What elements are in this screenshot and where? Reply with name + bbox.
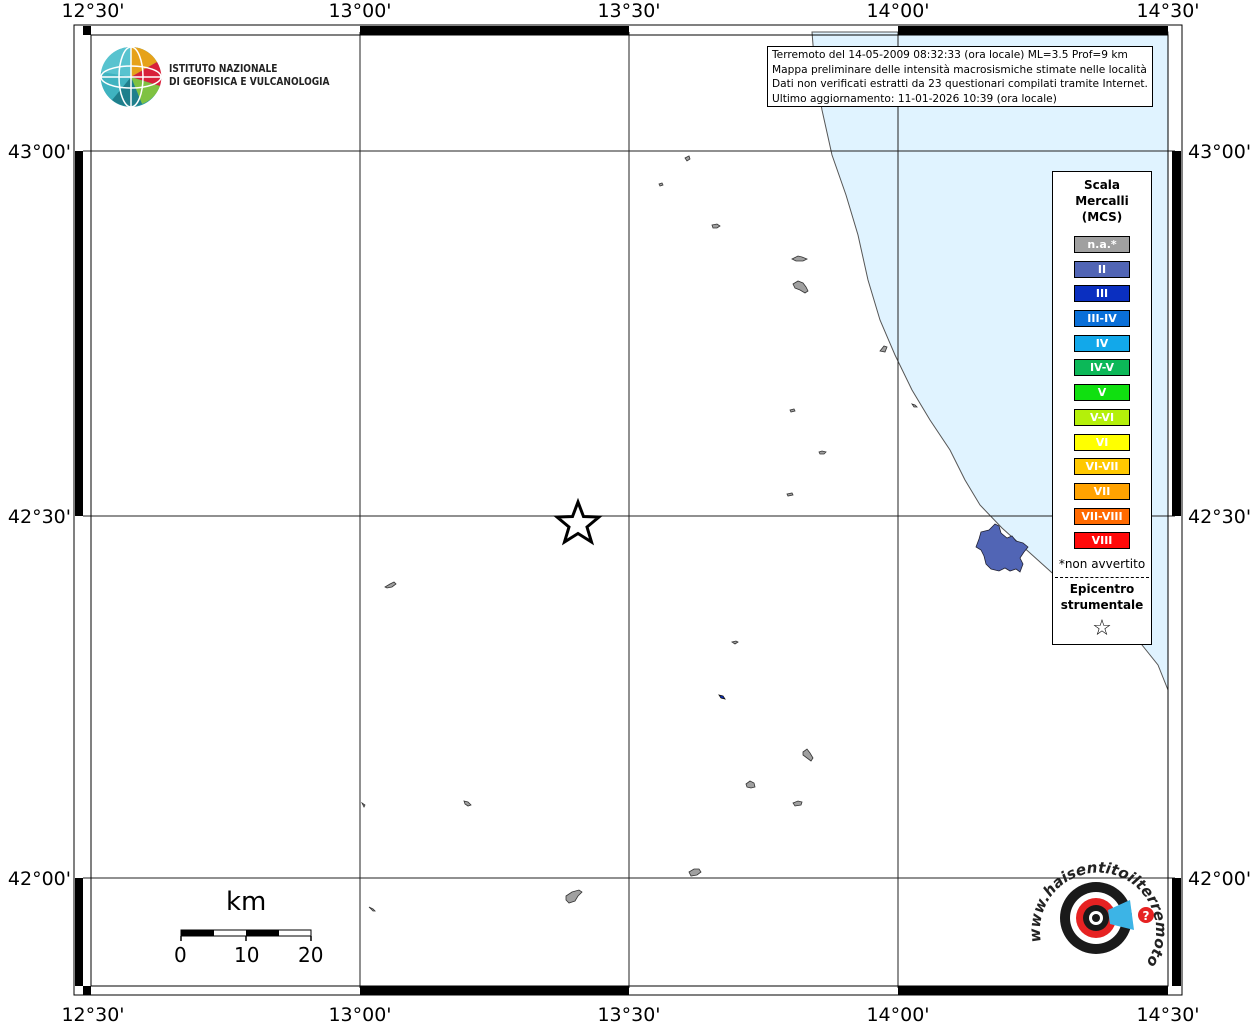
legend-title-line: Scala xyxy=(1083,178,1121,192)
locality-area xyxy=(368,906,376,912)
lat-label: 43°00' xyxy=(8,141,71,163)
lat-labels-left: 43°00' 42°30' 42°00' xyxy=(8,141,71,890)
legend-title-line: (MCS) xyxy=(1081,210,1123,224)
locality-area xyxy=(658,182,664,187)
legend-separator xyxy=(1055,576,1149,578)
locality-area xyxy=(818,450,827,455)
localities xyxy=(360,155,918,912)
lon-label: 12°30' xyxy=(61,0,124,22)
data-note: Dati non verificati estratti da 23 quest… xyxy=(772,78,1148,90)
legend-item: IV xyxy=(1074,334,1130,352)
locality-area xyxy=(792,280,809,294)
legend-item: VIII xyxy=(1074,532,1130,550)
lon-label: 14°00' xyxy=(866,1004,929,1024)
ingv-name-line2: DI GEOFISICA E VULCANOLOGIA xyxy=(169,76,330,88)
lon-labels-top: 12°30' 13°00' 13°30' 14°00' 14°30' xyxy=(61,0,1199,22)
ingv-logo-icon xyxy=(100,46,162,108)
locality-area xyxy=(360,801,366,808)
legend-item: III xyxy=(1074,285,1130,303)
scale-label: 20 xyxy=(298,943,324,967)
locality-area xyxy=(792,800,803,807)
lat-label: 42°00' xyxy=(8,868,71,890)
legend-epi-line: strumentale xyxy=(1060,597,1144,612)
event-info-box: Terremoto del 14-05-2009 08:32:33 (ora l… xyxy=(767,46,1153,107)
locality-area xyxy=(879,345,888,353)
legend-item: III-IV xyxy=(1074,310,1130,328)
scale-unit: km xyxy=(226,887,267,917)
locality-area xyxy=(802,748,814,762)
locality-area xyxy=(463,800,472,807)
legend-item: n.a.* xyxy=(1074,236,1130,253)
mcs-legend: Scala Mercalli (MCS) n.a.* II III III-IV IV I… xyxy=(1052,171,1152,645)
scale-label: 0 xyxy=(174,943,187,967)
legend-item: VII-VIII xyxy=(1074,507,1130,525)
legend-star-icon: ☆ xyxy=(1092,615,1112,641)
legend-epicenter-label: Epicentro strumentale xyxy=(1053,581,1151,613)
locality-area xyxy=(384,581,397,589)
scale-label: 10 xyxy=(234,943,260,967)
lat-labels-right: 43°00' 42°30' 42°00' xyxy=(1188,141,1251,890)
lon-label: 14°00' xyxy=(866,0,929,22)
locality-area xyxy=(711,223,721,229)
legend-item: IV-V xyxy=(1074,359,1130,377)
legend-item: VI xyxy=(1074,433,1130,451)
lat-label: 42°00' xyxy=(1188,868,1251,890)
ingv-name: ISTITUTO NAZIONALE DI GEOFISICA E VULCAN… xyxy=(169,63,330,89)
legend-item: II xyxy=(1074,260,1130,278)
legend-item: V-VI xyxy=(1074,408,1130,426)
lat-label: 42°30' xyxy=(8,506,71,528)
intensity-area-iii xyxy=(718,694,726,700)
scale-bar xyxy=(180,929,312,941)
event-line: Terremoto del 14-05-2009 08:32:33 (ora l… xyxy=(772,49,1128,61)
map-description: Mappa preliminare delle intensità macros… xyxy=(772,63,1147,76)
locality-area xyxy=(789,408,796,413)
lat-label: 42°30' xyxy=(1188,506,1251,528)
legend-item: V xyxy=(1074,384,1130,402)
last-update: Ultimo aggiornamento: 11-01-2026 10:39 (… xyxy=(772,92,1057,105)
legend-title: Scala Mercalli (MCS) xyxy=(1053,177,1151,225)
lon-label: 13°30' xyxy=(597,1004,660,1024)
legend-note: *non avvertito xyxy=(1058,556,1146,571)
legend-items: n.a.* II III III-IV IV IV-V V V-VI VI VI-VII VII VI… xyxy=(1053,236,1151,550)
locality-area xyxy=(684,155,691,162)
lon-label: 13°00' xyxy=(328,1004,391,1024)
ingv-name-line1: ISTITUTO NAZIONALE xyxy=(169,63,278,75)
epicenter-star xyxy=(553,497,603,546)
lon-label: 14°30' xyxy=(1136,0,1199,22)
locality-area xyxy=(786,492,794,497)
legend-item: VI-VII xyxy=(1074,458,1130,476)
lon-label: 12°30' xyxy=(61,1004,124,1024)
legend-title-line: Mercalli xyxy=(1075,194,1129,208)
locality-area xyxy=(791,255,808,262)
locality-area xyxy=(731,640,739,645)
lon-label: 13°00' xyxy=(328,0,391,22)
lat-label: 43°00' xyxy=(1188,141,1251,163)
lon-label: 13°30' xyxy=(597,0,660,22)
locality-area xyxy=(688,868,702,877)
lon-label: 14°30' xyxy=(1136,1004,1199,1024)
locality-area xyxy=(565,889,583,904)
legend-epi-line: Epicentro xyxy=(1069,581,1135,596)
locality-area xyxy=(745,780,756,789)
lon-labels-bottom: 12°30' 13°00' 13°30' 14°00' 14°30' xyxy=(61,1004,1199,1024)
legend-item: VII xyxy=(1074,482,1130,500)
locality-area xyxy=(911,403,918,408)
